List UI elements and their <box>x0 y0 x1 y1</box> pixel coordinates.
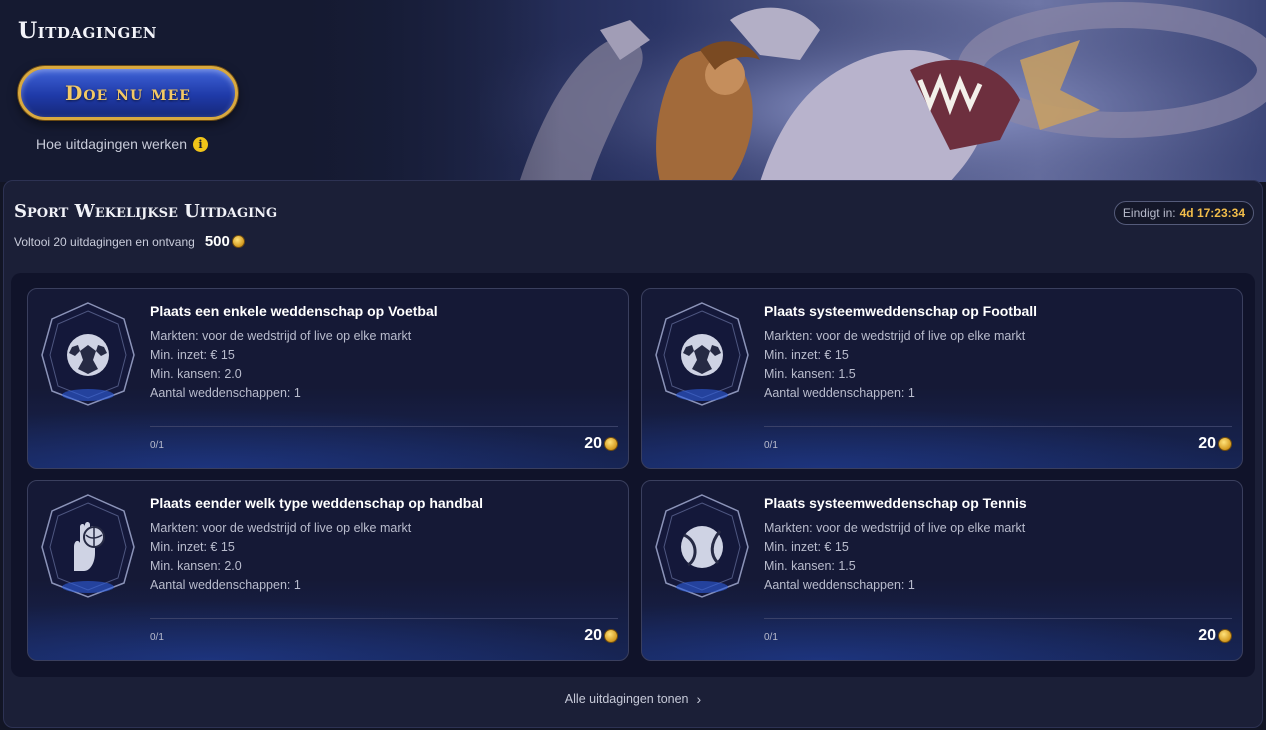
soccer-ball-icon <box>41 302 135 406</box>
progress-bar <box>150 618 618 619</box>
challenge-title: Sport Wekelijkse Uitdaging <box>14 201 278 222</box>
card-progress: 0/1 <box>764 632 778 643</box>
card-reward-value: 20 <box>1198 435 1216 452</box>
card-progress: 0/1 <box>150 632 164 643</box>
show-all-challenges-link[interactable]: Alle uitdagingen tonen › <box>4 691 1262 707</box>
challenge-card[interactable]: Plaats systeemweddenschap op Tennis Mark… <box>641 480 1243 661</box>
card-progress: 0/1 <box>150 440 164 451</box>
card-min-odds: Min. kansen: 2.0 <box>150 559 242 573</box>
page-title: Uitdagingen <box>18 18 158 44</box>
card-bet-count: Aantal weddenschappen: 1 <box>764 386 915 400</box>
card-min-stake: Min. inzet: € 15 <box>150 348 235 362</box>
card-glow <box>642 600 1242 660</box>
card-glow <box>28 408 628 468</box>
card-bet-count: Aantal weddenschappen: 1 <box>764 578 915 592</box>
coin-icon <box>604 437 618 451</box>
join-now-label: Doe nu mee <box>65 81 191 105</box>
coin-icon <box>1218 437 1232 451</box>
card-title: Plaats systeemweddenschap op Football <box>764 303 1038 319</box>
card-min-odds: Min. kansen: 1.5 <box>764 559 856 573</box>
soccer-ball-icon <box>655 302 749 406</box>
card-glow <box>642 408 1242 468</box>
handball-icon <box>41 494 135 598</box>
card-details: Markten: voor de wedstrijd of live op el… <box>150 327 411 403</box>
card-min-odds: Min. kansen: 1.5 <box>764 367 856 381</box>
card-min-stake: Min. inzet: € 15 <box>764 348 849 362</box>
challenge-card[interactable]: Plaats eender welk type weddenschap op h… <box>27 480 629 661</box>
challenge-panel: Sport Wekelijkse Uitdaging Voltooi 20 ui… <box>3 180 1263 728</box>
coin-icon <box>231 235 245 248</box>
challenge-subtitle: Voltooi 20 uitdagingen en ontvang 500 <box>14 233 245 250</box>
challenge-grid: Plaats een enkele weddenschap op Voetbal… <box>11 273 1255 677</box>
chevron-right-icon: › <box>696 691 702 707</box>
tennis-ball-icon <box>655 494 749 598</box>
how-challenges-work-link[interactable]: Hoe uitdagingen werken i <box>36 136 208 152</box>
card-details: Markten: voor de wedstrijd of live op el… <box>150 519 411 595</box>
card-details: Markten: voor de wedstrijd of live op el… <box>764 327 1025 403</box>
card-markets: Markten: voor de wedstrijd of live op el… <box>764 521 1026 535</box>
progress-bar <box>150 426 618 427</box>
card-glow <box>28 600 628 660</box>
challenge-subtitle-text: Voltooi 20 uitdagingen en ontvang <box>14 234 195 249</box>
card-reward-value: 20 <box>584 627 602 644</box>
card-reward: 20 <box>1198 435 1232 453</box>
join-now-button[interactable]: Doe nu mee <box>18 66 238 120</box>
card-markets: Markten: voor de wedstrijd of live op el… <box>150 329 412 343</box>
card-bet-count: Aantal weddenschappen: 1 <box>150 578 301 592</box>
coin-icon <box>1218 629 1232 643</box>
card-min-odds: Min. kansen: 2.0 <box>150 367 242 381</box>
card-markets: Markten: voor de wedstrijd of live op el… <box>764 329 1026 343</box>
card-reward-value: 20 <box>584 435 602 452</box>
hydra-artwork <box>480 0 1266 182</box>
card-markets: Markten: voor de wedstrijd of live op el… <box>150 521 412 535</box>
card-details: Markten: voor de wedstrijd of live op el… <box>764 519 1025 595</box>
how-challenges-work-label: Hoe uitdagingen werken <box>36 136 187 152</box>
coin-icon <box>604 629 618 643</box>
hero-banner: Uitdagingen Doe nu mee Hoe uitdagingen w… <box>0 0 1266 182</box>
card-min-stake: Min. inzet: € 15 <box>150 540 235 554</box>
card-bet-count: Aantal weddenschappen: 1 <box>150 386 301 400</box>
info-icon[interactable]: i <box>193 136 208 152</box>
countdown-timer: Eindigt in: 4d 17:23:34 <box>1113 201 1254 225</box>
card-reward-value: 20 <box>1198 627 1216 644</box>
challenge-card[interactable]: Plaats een enkele weddenschap op Voetbal… <box>27 288 629 469</box>
card-progress: 0/1 <box>764 440 778 451</box>
card-title: Plaats systeemweddenschap op Tennis <box>764 495 1027 511</box>
timer-label: Eindigt in: <box>1122 206 1176 220</box>
timer-value: 4d 17:23:34 <box>1179 206 1245 220</box>
challenge-reward-total: 500 <box>204 233 230 250</box>
card-title: Plaats eender welk type weddenschap op h… <box>150 495 483 511</box>
progress-bar <box>764 618 1232 619</box>
card-title: Plaats een enkele weddenschap op Voetbal <box>150 303 438 319</box>
card-reward: 20 <box>584 435 618 453</box>
show-all-label: Alle uitdagingen tonen <box>564 692 689 706</box>
card-reward: 20 <box>1198 627 1232 645</box>
card-min-stake: Min. inzet: € 15 <box>764 540 849 554</box>
card-reward: 20 <box>584 627 618 645</box>
challenge-card[interactable]: Plaats systeemweddenschap op Football Ma… <box>641 288 1243 469</box>
progress-bar <box>764 426 1232 427</box>
